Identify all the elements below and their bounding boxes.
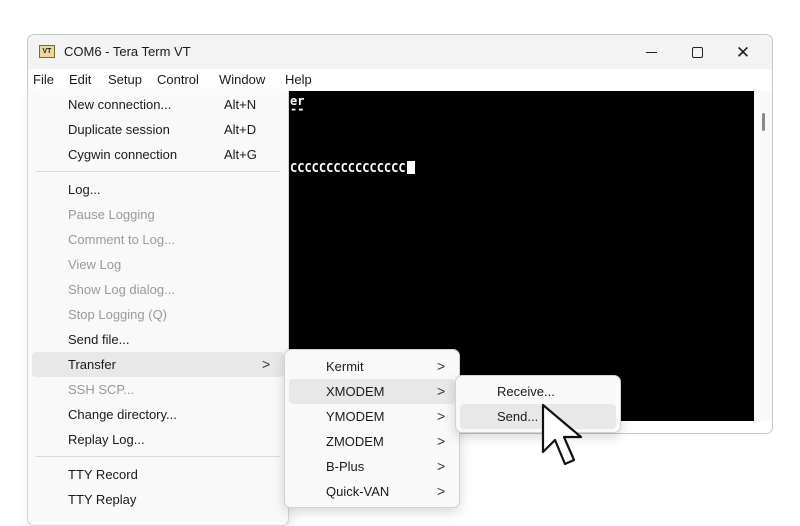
menu-item-label: Cygwin connection xyxy=(68,147,178,162)
menu-item-label: Show Log dialog... xyxy=(68,282,175,297)
menu-item-label: Duplicate session xyxy=(68,122,170,137)
menu-item-cygwin-connection[interactable]: Cygwin connection Alt+G xyxy=(32,142,284,167)
scrollbar-thumb[interactable] xyxy=(762,113,765,131)
menu-item-label: YMODEM xyxy=(326,409,385,424)
menu-bar: File Edit Setup Control Window Help xyxy=(28,69,772,91)
menu-control[interactable]: Control xyxy=(157,72,199,87)
terminal-line-with-cursor: CCCCCCCCCCCCCCCC xyxy=(290,161,415,175)
submenu-arrow-icon: > xyxy=(437,458,446,474)
menu-item-label: New connection... xyxy=(68,97,172,112)
menu-item-shortcut: Alt+D xyxy=(224,122,257,137)
menu-item-label: Send... xyxy=(497,409,539,424)
menu-item-label: Comment to Log... xyxy=(68,232,175,247)
menu-item-label: XMODEM xyxy=(326,384,385,399)
submenu-arrow-icon: > xyxy=(437,433,446,449)
vertical-scrollbar[interactable] xyxy=(754,91,772,421)
tera-term-app-icon[interactable]: VT xyxy=(39,45,55,58)
close-icon: ✕ xyxy=(735,42,751,62)
maximize-button[interactable] xyxy=(674,35,720,69)
menu-item-quick-van[interactable]: Quick-VAN > xyxy=(289,479,455,504)
window-title: COM6 - Tera Term VT xyxy=(64,44,191,59)
menu-item-view-log: View Log xyxy=(32,252,284,277)
menu-item-b-plus[interactable]: B-Plus > xyxy=(289,454,455,479)
transfer-submenu: Kermit > XMODEM > YMODEM > ZMODEM > B-Pl… xyxy=(284,349,460,508)
menu-item-transfer[interactable]: Transfer > xyxy=(32,352,284,377)
menu-item-label: Quick-VAN xyxy=(326,484,390,499)
menu-help[interactable]: Help xyxy=(285,72,312,87)
close-button[interactable]: ✕ xyxy=(720,35,766,69)
submenu-arrow-icon: > xyxy=(437,408,446,424)
menu-item-new-connection[interactable]: New connection... Alt+N xyxy=(32,92,284,117)
menu-item-label: Transfer xyxy=(68,357,116,372)
menu-item-show-log-dialog: Show Log dialog... xyxy=(32,277,284,302)
terminal-cursor xyxy=(406,161,415,174)
menu-item-ssh-scp: SSH SCP... xyxy=(32,377,284,402)
menu-item-change-directory[interactable]: Change directory... xyxy=(32,402,284,427)
menu-item-label: Stop Logging (Q) xyxy=(68,307,168,322)
menu-item-label: SSH SCP... xyxy=(68,382,135,397)
menu-item-label: Receive... xyxy=(497,384,555,399)
submenu-arrow-icon: > xyxy=(437,483,446,499)
menu-item-replay-log[interactable]: Replay Log... xyxy=(32,427,284,452)
menu-item-pause-logging: Pause Logging xyxy=(32,202,284,227)
menu-item-shortcut: Alt+G xyxy=(224,147,257,162)
menu-item-log[interactable]: Log... xyxy=(32,177,284,202)
menu-item-label: Log... xyxy=(68,182,101,197)
menu-item-label: View Log xyxy=(68,257,122,272)
menu-item-label: Pause Logging xyxy=(68,207,155,222)
title-bar[interactable]: VT COM6 - Tera Term VT ✕ xyxy=(28,35,772,69)
menu-item-label: Change directory... xyxy=(68,407,177,422)
menu-item-tty-record[interactable]: TTY Record xyxy=(32,462,284,487)
submenu-arrow-icon: > xyxy=(437,358,446,374)
maximize-icon xyxy=(691,46,703,58)
menu-item-duplicate-session[interactable]: Duplicate session Alt+D xyxy=(32,117,284,142)
menu-item-label: Kermit xyxy=(326,359,364,374)
menu-separator xyxy=(36,171,280,172)
minimize-icon xyxy=(645,51,657,53)
menu-item-label: TTY Replay xyxy=(68,492,137,507)
menu-item-kermit[interactable]: Kermit > xyxy=(289,354,455,379)
menu-item-label: Send file... xyxy=(68,332,130,347)
menu-item-zmodem[interactable]: ZMODEM > xyxy=(289,429,455,454)
menu-edit[interactable]: Edit xyxy=(69,72,91,87)
menu-item-shortcut: Alt+N xyxy=(224,97,257,112)
menu-item-ymodem[interactable]: YMODEM > xyxy=(289,404,455,429)
terminal-line: -- xyxy=(290,102,305,116)
menu-item-xmodem[interactable]: XMODEM > xyxy=(289,379,455,404)
menu-item-stop-logging: Stop Logging (Q) xyxy=(32,302,284,327)
minimize-button[interactable] xyxy=(628,35,674,69)
menu-item-label: B-Plus xyxy=(326,459,365,474)
menu-item-comment-to-log: Comment to Log... xyxy=(32,227,284,252)
menu-item-send-file[interactable]: Send file... xyxy=(32,327,284,352)
menu-file[interactable]: File xyxy=(33,72,54,87)
menu-item-tty-replay[interactable]: TTY Replay xyxy=(32,487,284,512)
menu-setup[interactable]: Setup xyxy=(108,72,142,87)
mouse-pointer-icon xyxy=(541,403,583,466)
menu-window[interactable]: Window xyxy=(219,72,265,87)
menu-item-label: Replay Log... xyxy=(68,432,145,447)
submenu-arrow-icon: > xyxy=(262,356,271,372)
submenu-arrow-icon: > xyxy=(437,383,446,399)
menu-item-receive[interactable]: Receive... xyxy=(460,379,616,404)
file-menu: New connection... Alt+N Duplicate sessio… xyxy=(27,90,289,526)
terminal-text: CCCCCCCCCCCCCCCC xyxy=(290,161,406,175)
menu-separator xyxy=(36,456,280,457)
menu-item-label: TTY Record xyxy=(68,467,138,482)
menu-item-label: ZMODEM xyxy=(326,434,384,449)
